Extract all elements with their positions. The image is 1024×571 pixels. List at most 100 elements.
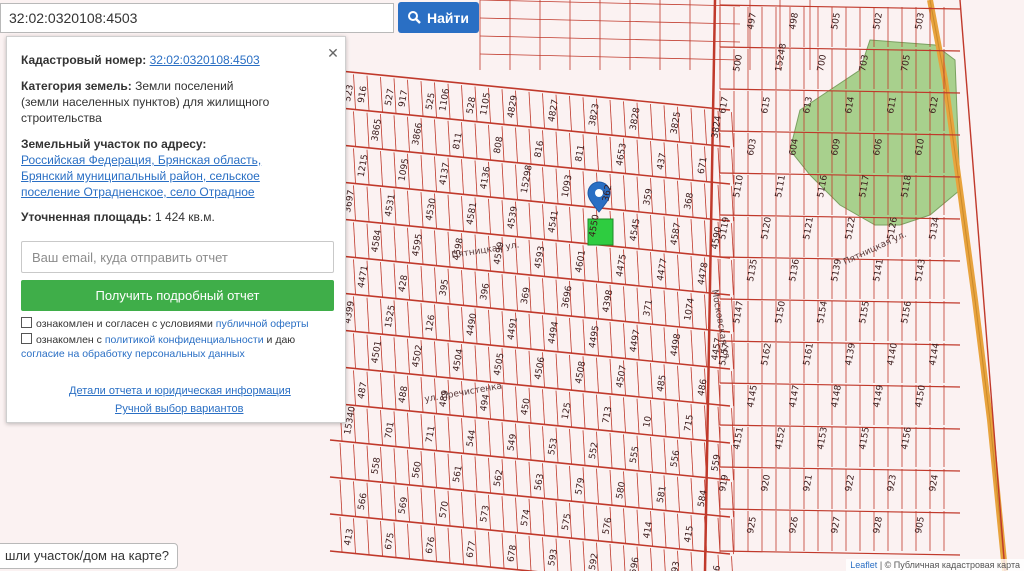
parcel-boundary bbox=[596, 283, 599, 319]
parcel-boundary bbox=[623, 323, 626, 359]
parcel-boundary bbox=[380, 521, 383, 557]
parcel-number-label: 4491 bbox=[506, 317, 520, 341]
search-bar[interactable] bbox=[0, 3, 394, 33]
find-button[interactable]: Найти bbox=[398, 2, 479, 33]
parcel-number-label: 593 bbox=[547, 548, 560, 567]
cadastral-row: Кадастровый номер: 32:02:0320108:4503 bbox=[21, 52, 329, 68]
parcel-number-label: 4475 bbox=[615, 253, 629, 277]
parcel-boundary bbox=[623, 434, 626, 470]
parcel-boundary bbox=[407, 116, 410, 152]
parcel-boundary bbox=[434, 119, 437, 155]
cadastral-number-link[interactable]: 32:02:0320108:4503 bbox=[150, 53, 260, 67]
offer-checkbox[interactable] bbox=[21, 317, 32, 328]
parcel-number-label: 487 bbox=[357, 381, 370, 400]
parcel-boundary bbox=[731, 112, 734, 148]
parcel-number-label: 3825 bbox=[670, 111, 684, 135]
parcel-number-label: 4494 bbox=[547, 320, 561, 345]
parcel-boundary bbox=[501, 422, 505, 458]
parcel-number-label: 4587 bbox=[670, 222, 684, 246]
parcel-boundary bbox=[407, 190, 410, 226]
parcel-boundary bbox=[434, 452, 437, 488]
parcel-boundary bbox=[528, 535, 532, 571]
parcel-number-label: 4497 bbox=[629, 329, 643, 353]
offer-link[interactable]: публичной оферты bbox=[216, 318, 309, 330]
parcel-boundary bbox=[366, 334, 370, 370]
get-report-button[interactable]: Получить подробный отчет bbox=[21, 280, 334, 311]
personal-data-consent-link[interactable]: согласие на обработку персональных данны… bbox=[21, 348, 245, 360]
parcel-boundary bbox=[609, 432, 613, 469]
parcel-boundary bbox=[677, 365, 680, 401]
parcel-boundary bbox=[677, 143, 680, 179]
parcel-number-label: 566 bbox=[357, 492, 370, 511]
parcel-boundary bbox=[596, 135, 599, 171]
privacy-checkbox[interactable] bbox=[21, 333, 32, 344]
parcel-boundary bbox=[393, 115, 397, 151]
leaflet-link[interactable]: Leaflet bbox=[850, 560, 877, 570]
parcel-boundary bbox=[420, 414, 424, 450]
parcel-boundary bbox=[380, 484, 383, 520]
parcel-boundary bbox=[582, 171, 586, 207]
privacy-policy-link[interactable]: политикой конфиденциальности bbox=[105, 334, 264, 346]
parcel-number-label: 414 bbox=[642, 521, 655, 540]
parcel-boundary bbox=[380, 373, 383, 409]
parcel-boundary bbox=[501, 496, 505, 532]
parcel-boundary bbox=[731, 223, 734, 259]
parcel-boundary bbox=[609, 469, 613, 506]
parcel-boundary bbox=[609, 136, 613, 173]
parcel-number-label: 503 bbox=[914, 12, 927, 31]
category-label: Категория земель: bbox=[21, 79, 132, 93]
parcel-boundary bbox=[515, 127, 518, 163]
parcel-number-label: 923 bbox=[886, 474, 899, 493]
parcel-boundary bbox=[650, 548, 653, 571]
parcel-boundary bbox=[650, 215, 653, 251]
parcel-boundary bbox=[555, 242, 559, 278]
parcel-boundary bbox=[488, 124, 491, 160]
search-input[interactable] bbox=[1, 4, 389, 32]
parcel-number-label: 4136 bbox=[479, 166, 493, 191]
parcel-boundary bbox=[420, 525, 424, 561]
parcel-boundary bbox=[393, 263, 397, 299]
parcel-boundary bbox=[731, 556, 733, 571]
parcel-boundary bbox=[690, 256, 694, 292]
parcel-boundary bbox=[488, 420, 491, 456]
parcel-boundary bbox=[380, 77, 383, 113]
parcel-boundary bbox=[623, 545, 626, 571]
attribution-text: | © Публичная кадастровая карта bbox=[879, 560, 1020, 570]
parcel-boundary bbox=[650, 363, 653, 399]
find-parcel-hint-button[interactable]: шли участок/дом на карте? bbox=[0, 543, 179, 569]
offer-consent-text: ознакомлен и согласен с условиями bbox=[36, 318, 213, 330]
parcel-boundary bbox=[663, 216, 667, 252]
parcel-boundary bbox=[474, 271, 478, 307]
parcel-boundary bbox=[569, 132, 572, 168]
parcel-number-label: 924 bbox=[928, 474, 941, 493]
parcel-boundary bbox=[447, 453, 451, 489]
parcel-boundary bbox=[555, 464, 559, 500]
parcel-number-label: 603 bbox=[746, 138, 759, 157]
parcel-boundary bbox=[690, 330, 694, 366]
parcel-boundary bbox=[569, 317, 572, 353]
category-row: Категория земель: Земли поселений (земли… bbox=[21, 78, 271, 126]
parcel-boundary bbox=[380, 299, 383, 335]
parcel-boundary bbox=[719, 550, 961, 556]
parcel-boundary bbox=[677, 402, 680, 438]
parcel-boundary bbox=[447, 305, 451, 341]
parcel-boundary bbox=[353, 259, 356, 295]
parcel-boundary bbox=[501, 163, 505, 199]
parcel-boundary bbox=[461, 529, 464, 565]
parcel-boundary bbox=[569, 95, 572, 131]
parcel-number-label: 4502 bbox=[411, 344, 425, 368]
report-details-link[interactable]: Детали отчета и юридическая информация bbox=[69, 385, 291, 397]
parcel-boundary bbox=[339, 516, 343, 553]
email-field[interactable] bbox=[21, 241, 334, 273]
parcel-boundary bbox=[663, 105, 667, 141]
parcel-boundary bbox=[582, 282, 586, 318]
parcel-boundary bbox=[515, 275, 518, 311]
parcel-boundary bbox=[663, 549, 666, 571]
address-link[interactable]: Российская Федерация, Брянская область, … bbox=[21, 153, 261, 199]
parcel-boundary bbox=[366, 223, 370, 259]
parcel-boundary bbox=[515, 460, 518, 496]
parcel-boundary bbox=[623, 508, 626, 544]
parcel-boundary bbox=[407, 227, 410, 263]
parcel-info-panel: ✕ Кадастровый номер: 32:02:0320108:4503 … bbox=[6, 36, 346, 423]
manual-selection-link[interactable]: Ручной выбор вариантов bbox=[115, 403, 243, 415]
